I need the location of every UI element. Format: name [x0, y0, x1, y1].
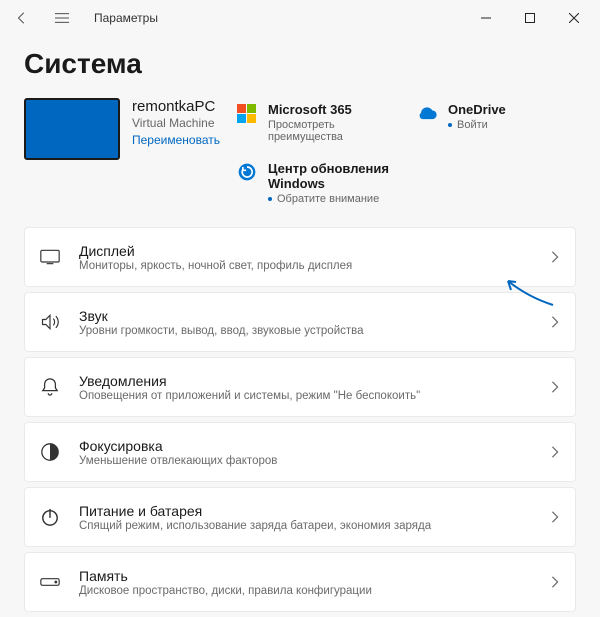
minimize-button[interactable]: [464, 2, 508, 34]
tile-title: Microsoft 365: [268, 102, 396, 117]
chevron-right-icon: [551, 316, 559, 328]
row-sub: Дисковое пространство, диски, правила ко…: [79, 585, 533, 597]
row-title: Дисплей: [79, 243, 533, 259]
ms365-icon: [236, 102, 258, 124]
row-sub: Спящий режим, использование заряда батар…: [79, 520, 533, 532]
tile-action: Войти: [448, 119, 506, 131]
row-title: Память: [79, 568, 533, 584]
device-name: remontkaPC: [132, 98, 220, 115]
menu-button[interactable]: [44, 2, 80, 34]
sound-icon: [39, 311, 61, 333]
bell-icon: [39, 376, 61, 398]
row-title: Фокусировка: [79, 438, 533, 454]
update-icon: [236, 161, 258, 183]
device-type: Virtual Machine: [132, 116, 220, 130]
cloud-icon: [416, 102, 438, 124]
page-title: Система: [24, 48, 576, 80]
row-sound[interactable]: Звук Уровни громкости, вывод, ввод, звук…: [24, 292, 576, 352]
title-bar: Параметры: [0, 0, 600, 36]
chevron-right-icon: [551, 446, 559, 458]
row-sub: Мониторы, яркость, ночной свет, профиль …: [79, 260, 533, 272]
display-icon: [39, 246, 61, 268]
tile-onedrive[interactable]: OneDrive Войти: [416, 102, 576, 143]
back-button[interactable]: [4, 2, 40, 34]
device-thumbnail: [24, 98, 120, 160]
tile-sub: Просмотреть преимущества: [268, 119, 396, 143]
tile-title: OneDrive: [448, 102, 506, 117]
focus-icon: [39, 441, 61, 463]
chevron-right-icon: [551, 251, 559, 263]
chevron-right-icon: [551, 511, 559, 523]
app-title: Параметры: [94, 11, 158, 25]
row-display[interactable]: Дисплей Мониторы, яркость, ночной свет, …: [24, 227, 576, 287]
settings-list: Дисплей Мониторы, яркость, ночной свет, …: [24, 227, 576, 612]
row-power[interactable]: Питание и батарея Спящий режим, использо…: [24, 487, 576, 547]
row-title: Уведомления: [79, 373, 533, 389]
chevron-right-icon: [551, 381, 559, 393]
row-sub: Уменьшение отвлекающих факторов: [79, 455, 533, 467]
rename-link[interactable]: Переименовать: [132, 133, 220, 147]
maximize-button[interactable]: [508, 2, 552, 34]
row-focus[interactable]: Фокусировка Уменьшение отвлекающих факто…: [24, 422, 576, 482]
storage-icon: [39, 571, 61, 593]
chevron-right-icon: [551, 576, 559, 588]
tile-action: Обратите внимание: [268, 193, 396, 205]
row-sub: Уровни громкости, вывод, ввод, звуковые …: [79, 325, 533, 337]
tile-ms365[interactable]: Microsoft 365 Просмотреть преимущества: [236, 102, 396, 143]
tile-title: Центр обновления Windows: [268, 161, 396, 191]
row-title: Питание и батарея: [79, 503, 533, 519]
tile-windows-update[interactable]: Центр обновления Windows Обратите вниман…: [236, 161, 396, 205]
row-sub: Оповещения от приложений и системы, режи…: [79, 390, 533, 402]
close-button[interactable]: [552, 2, 596, 34]
device-card: remontkaPC Virtual Machine Переименовать: [24, 98, 220, 205]
row-notifications[interactable]: Уведомления Оповещения от приложений и с…: [24, 357, 576, 417]
row-storage[interactable]: Память Дисковое пространство, диски, пра…: [24, 552, 576, 612]
row-title: Звук: [79, 308, 533, 324]
power-icon: [39, 506, 61, 528]
